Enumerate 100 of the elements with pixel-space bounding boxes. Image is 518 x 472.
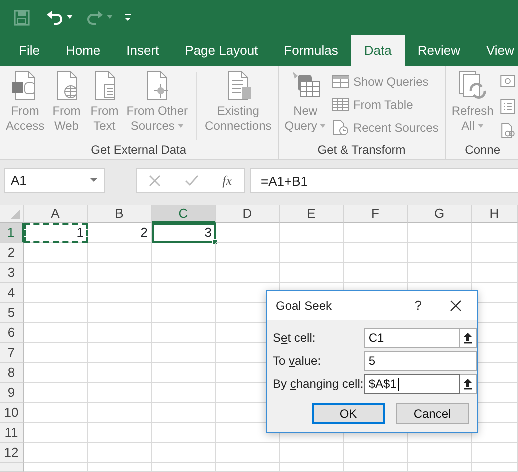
column-header[interactable]: C	[152, 205, 216, 223]
column-header[interactable]: G	[408, 205, 472, 223]
insert-function-button[interactable]: fx	[222, 170, 232, 190]
table-cell[interactable]	[344, 243, 408, 263]
ribbon-tab[interactable]: File	[6, 35, 53, 66]
table-cell[interactable]	[24, 263, 88, 283]
table-cell[interactable]	[408, 223, 472, 243]
table-cell[interactable]	[24, 343, 88, 363]
table-cell[interactable]	[216, 463, 280, 472]
list-icon[interactable]	[500, 98, 516, 114]
ribbon-tab[interactable]: View	[473, 35, 518, 66]
column-header[interactable]: A	[24, 205, 88, 223]
table-cell[interactable]	[344, 463, 408, 472]
table-cell[interactable]	[24, 463, 88, 472]
table-cell[interactable]	[472, 443, 518, 463]
table-cell[interactable]	[24, 323, 88, 343]
table-cell[interactable]	[88, 403, 152, 423]
customize-icon[interactable]	[124, 12, 132, 22]
table-cell[interactable]	[152, 323, 216, 343]
table-cell[interactable]	[88, 443, 152, 463]
table-cell[interactable]	[472, 223, 518, 243]
dialog-button[interactable]: OK	[312, 403, 385, 424]
column-header[interactable]: F	[344, 205, 408, 223]
row-header[interactable]: 8	[0, 363, 24, 383]
name-box[interactable]: A1	[4, 168, 105, 193]
link-document-icon[interactable]	[500, 123, 516, 140]
row-header[interactable]: 4	[0, 283, 24, 303]
select-all-icon[interactable]	[9, 208, 21, 220]
table-cell[interactable]	[24, 423, 88, 443]
table-cell[interactable]	[88, 383, 152, 403]
table-cell[interactable]	[408, 443, 472, 463]
table-cell[interactable]	[88, 243, 152, 263]
close-icon[interactable]	[450, 300, 462, 312]
table-cell[interactable]	[408, 243, 472, 263]
table-cell[interactable]	[280, 443, 344, 463]
table-cell[interactable]	[152, 263, 216, 283]
table-cell[interactable]	[88, 343, 152, 363]
row-header[interactable]: 1	[0, 223, 24, 243]
input-field[interactable]: $A$1	[364, 374, 460, 394]
table-cell[interactable]	[216, 443, 280, 463]
table-cell[interactable]	[88, 263, 152, 283]
table-cell[interactable]	[88, 423, 152, 443]
screen-icon[interactable]	[500, 74, 516, 90]
dialog-button[interactable]: Cancel	[396, 403, 469, 424]
column-header[interactable]: B	[88, 205, 152, 223]
table-cell[interactable]	[344, 263, 408, 283]
table-cell[interactable]	[152, 243, 216, 263]
caret-icon[interactable]	[67, 15, 74, 20]
table-cell[interactable]	[24, 383, 88, 403]
table-cell[interactable]	[216, 223, 280, 243]
table-cell[interactable]	[152, 403, 216, 423]
ribbon-tab[interactable]: Home	[52, 35, 114, 66]
table-cell[interactable]	[152, 423, 216, 443]
table-cell[interactable]	[408, 463, 472, 472]
collapse-button[interactable]	[460, 374, 477, 394]
table-cell[interactable]	[88, 363, 152, 383]
help-button[interactable]: ?	[414, 296, 422, 316]
table-cell[interactable]	[408, 263, 472, 283]
table-cell[interactable]	[24, 403, 88, 423]
cancel-icon[interactable]	[148, 174, 161, 186]
table-cell[interactable]	[152, 443, 216, 463]
row-header[interactable]: 10	[0, 403, 24, 423]
table-cell[interactable]	[472, 263, 518, 283]
row-header[interactable]: 7	[0, 343, 24, 363]
table-cell[interactable]	[24, 443, 88, 463]
row-header[interactable]: 3	[0, 263, 24, 283]
row-header[interactable]	[0, 463, 24, 472]
ribbon-tab[interactable]: Insert	[114, 35, 172, 66]
table-cell[interactable]	[24, 283, 88, 303]
row-header[interactable]: 5	[0, 303, 24, 323]
table-cell[interactable]	[88, 323, 152, 343]
table-cell[interactable]	[280, 243, 344, 263]
table-cell[interactable]	[344, 223, 408, 243]
undo-icon[interactable]	[46, 10, 64, 26]
column-header[interactable]: E	[280, 205, 344, 223]
enter-icon[interactable]	[184, 174, 199, 186]
input-field[interactable]: C1	[364, 328, 460, 348]
column-header[interactable]: D	[216, 205, 280, 223]
table-cell[interactable]	[24, 243, 88, 263]
row-header[interactable]: 11	[0, 423, 24, 443]
input-field[interactable]: 5	[364, 351, 477, 371]
table-cell[interactable]: 1	[24, 223, 88, 243]
table-cell[interactable]	[24, 303, 88, 323]
row-header[interactable]: 6	[0, 323, 24, 343]
table-cell[interactable]	[152, 363, 216, 383]
table-cell[interactable]	[152, 383, 216, 403]
table-cell[interactable]: 3	[152, 223, 216, 243]
table-cell[interactable]	[216, 263, 280, 283]
row-header[interactable]: 2	[0, 243, 24, 263]
table-cell[interactable]	[280, 263, 344, 283]
table-cell[interactable]: 2	[88, 223, 152, 243]
table-cell[interactable]	[152, 343, 216, 363]
table-cell[interactable]	[152, 283, 216, 303]
table-cell[interactable]	[216, 243, 280, 263]
collapse-button[interactable]	[460, 328, 477, 348]
formula-field[interactable]: =A1+B1	[250, 168, 518, 193]
table-cell[interactable]	[88, 303, 152, 323]
table-cell[interactable]	[344, 443, 408, 463]
table-cell[interactable]	[472, 463, 518, 472]
table-cell[interactable]	[88, 463, 152, 472]
